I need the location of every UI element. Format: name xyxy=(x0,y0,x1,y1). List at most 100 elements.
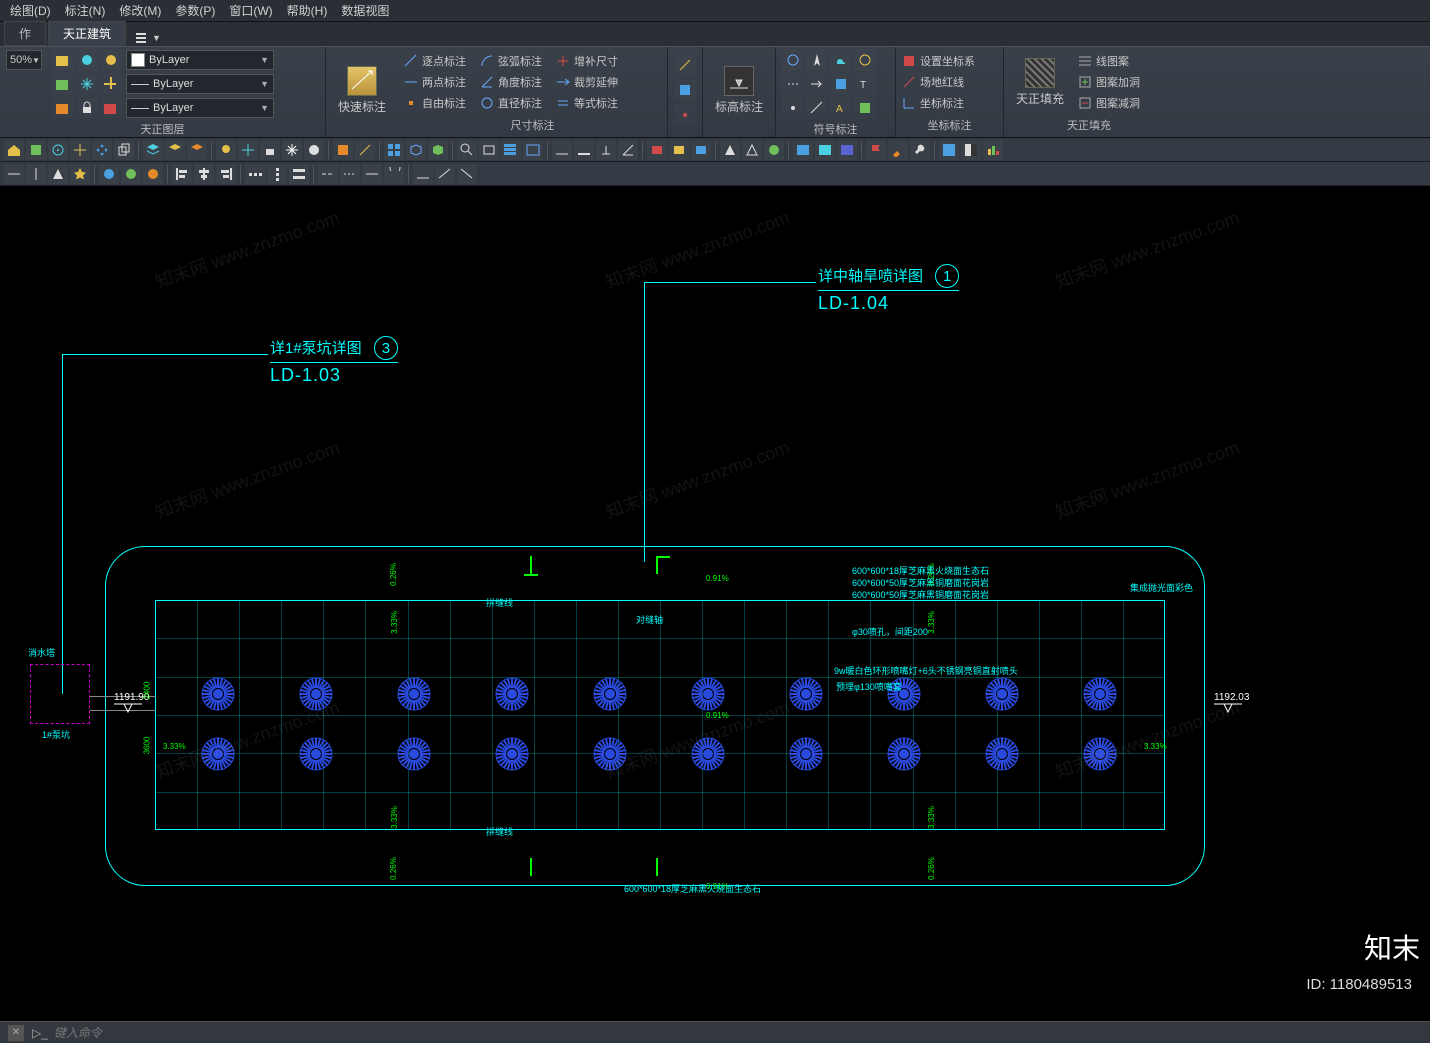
tb-cube2-icon[interactable] xyxy=(428,140,448,160)
tb2-globe2-icon[interactable] xyxy=(121,164,141,184)
tb2-seg3-icon[interactable] xyxy=(362,164,382,184)
tb-mag-icon[interactable] xyxy=(457,140,477,160)
layer-new-icon[interactable] xyxy=(52,49,74,71)
sym-detail-icon[interactable] xyxy=(854,49,876,71)
dim-origin-icon[interactable] xyxy=(674,104,696,126)
tb2-tri-icon[interactable] xyxy=(48,164,68,184)
layer-plus-icon[interactable] xyxy=(100,73,122,95)
menu-help[interactable]: 帮助(H) xyxy=(287,2,328,19)
tb2-seg2-icon[interactable] xyxy=(340,164,360,184)
tb-c3-icon[interactable] xyxy=(691,140,711,160)
fill-pattern-line[interactable]: 线图案 xyxy=(1078,52,1140,70)
menu-window[interactable]: 窗口(W) xyxy=(229,2,272,19)
tb-lock2-icon[interactable] xyxy=(260,140,280,160)
tb-grid2-icon[interactable] xyxy=(793,140,813,160)
dim-add[interactable]: 增补尺寸 xyxy=(556,52,618,70)
fill-add-island[interactable]: 图案加洞 xyxy=(1078,73,1140,91)
tb-box-icon[interactable] xyxy=(26,140,46,160)
tb-grid-icon[interactable] xyxy=(384,140,404,160)
tb-layer3-icon[interactable] xyxy=(187,140,207,160)
dim-settings-icon[interactable] xyxy=(674,79,696,101)
tangent-fill-button[interactable]: 天正填充 xyxy=(1010,56,1070,109)
tb-c2-icon[interactable] xyxy=(669,140,689,160)
menu-modify[interactable]: 修改(M) xyxy=(119,2,161,19)
tb-chart-icon[interactable] xyxy=(983,140,1003,160)
menu-dim[interactable]: 标注(N) xyxy=(65,2,106,19)
tb2-b-icon[interactable] xyxy=(26,164,46,184)
lineweight-combo[interactable]: ByLayer▼ xyxy=(126,74,274,94)
tb-target-icon[interactable] xyxy=(48,140,68,160)
elevation-dimension-button[interactable]: 标高标注 xyxy=(709,64,769,117)
tb2-l2-icon[interactable] xyxy=(435,164,455,184)
tb-snow3-icon[interactable] xyxy=(282,140,302,160)
sym-title-icon[interactable]: T xyxy=(854,73,876,95)
sym-section-icon[interactable] xyxy=(782,49,804,71)
sym-arrow-icon[interactable] xyxy=(806,73,828,95)
tb-layer2-icon[interactable] xyxy=(165,140,185,160)
tb2-globe-icon[interactable] xyxy=(99,164,119,184)
sym-break-icon[interactable] xyxy=(782,73,804,95)
tb2-al1-icon[interactable] xyxy=(172,164,192,184)
tb-block-icon[interactable] xyxy=(333,140,353,160)
tb-perp-icon[interactable] xyxy=(596,140,616,160)
tb2-a-icon[interactable] xyxy=(4,164,24,184)
tb-tri1-icon[interactable] xyxy=(720,140,740,160)
zoom-combo[interactable]: 50%▼ xyxy=(6,50,42,70)
layer-off-icon[interactable] xyxy=(100,49,122,71)
dim-free[interactable]: 自由标注 xyxy=(404,94,466,112)
quick-dimension-button[interactable]: 快速标注 xyxy=(332,64,392,117)
tb-home-icon[interactable] xyxy=(4,140,24,160)
tb-lw2-icon[interactable] xyxy=(574,140,594,160)
dim-two-point[interactable]: 两点标注 xyxy=(404,73,466,91)
tb2-globe3-icon[interactable] xyxy=(143,164,163,184)
dim-equation[interactable]: 等式标注 xyxy=(556,94,618,112)
tb-list2-icon[interactable] xyxy=(501,140,521,160)
tb-c1-icon[interactable] xyxy=(647,140,667,160)
tb-edit-icon[interactable] xyxy=(355,140,375,160)
tb-cube-icon[interactable] xyxy=(406,140,426,160)
tb-grid3-icon[interactable] xyxy=(815,140,835,160)
tb-rect-icon[interactable] xyxy=(479,140,499,160)
tab-overflow[interactable]: ▼ xyxy=(128,30,169,46)
tb2-d1-icon[interactable] xyxy=(245,164,265,184)
tb-layers-icon[interactable] xyxy=(143,140,163,160)
menu-dataview[interactable]: 数据视图 xyxy=(341,2,389,19)
linetype-combo[interactable]: ByLayer▼ xyxy=(126,98,274,118)
tb2-al3-icon[interactable] xyxy=(216,164,236,184)
layer-lock-icon[interactable] xyxy=(76,97,98,119)
tb-brush-icon[interactable] xyxy=(888,140,908,160)
tb2-seg1-icon[interactable] xyxy=(318,164,338,184)
tb-flag-icon[interactable] xyxy=(866,140,886,160)
layer-snow-icon[interactable] xyxy=(76,73,98,95)
tab-tangent-arch[interactable]: 天正建筑 xyxy=(48,21,126,46)
layer-del-icon[interactable] xyxy=(100,97,122,119)
coord-label[interactable]: 坐标标注 xyxy=(902,94,975,112)
tb-tri2-icon[interactable] xyxy=(742,140,762,160)
tb-lw1-icon[interactable] xyxy=(552,140,572,160)
layer-color-combo[interactable]: ByLayer▼ xyxy=(126,50,274,70)
dim-point-by-point[interactable]: 逐点标注 xyxy=(404,52,466,70)
command-input[interactable] xyxy=(54,1026,354,1040)
tb-copy-icon[interactable] xyxy=(114,140,134,160)
tab-left[interactable]: 作 xyxy=(4,21,46,46)
dim-angle[interactable]: 角度标注 xyxy=(480,73,542,91)
tb-frame-icon[interactable] xyxy=(523,140,543,160)
tb-move-icon[interactable] xyxy=(92,140,112,160)
tb2-al2-icon[interactable] xyxy=(194,164,214,184)
tb-wrench-icon[interactable] xyxy=(910,140,930,160)
tb2-d3-icon[interactable] xyxy=(289,164,309,184)
sym-b-icon[interactable] xyxy=(854,97,876,119)
dim-trim-extend[interactable]: 裁剪延伸 xyxy=(556,73,618,91)
dim-arc[interactable]: 弦弧标注 xyxy=(480,52,542,70)
tb2-d2-icon[interactable] xyxy=(267,164,287,184)
cmdbar-close-icon[interactable]: ✕ xyxy=(8,1025,24,1041)
sym-line-icon[interactable] xyxy=(806,97,828,119)
tb-pan-icon[interactable] xyxy=(70,140,90,160)
menu-draw[interactable]: 绘图(D) xyxy=(10,2,51,19)
drawing-canvas[interactable]: 详中轴旱喷详图 1 LD-1.04 详1#泵坑详图 3 LD-1.03 消水塔 … xyxy=(0,186,1430,1021)
tb-snow2-icon[interactable] xyxy=(238,140,258,160)
sym-north-icon[interactable] xyxy=(806,49,828,71)
tb-bw-icon[interactable] xyxy=(961,140,981,160)
sym-index-icon[interactable] xyxy=(830,73,852,95)
tb2-star-icon[interactable] xyxy=(70,164,90,184)
